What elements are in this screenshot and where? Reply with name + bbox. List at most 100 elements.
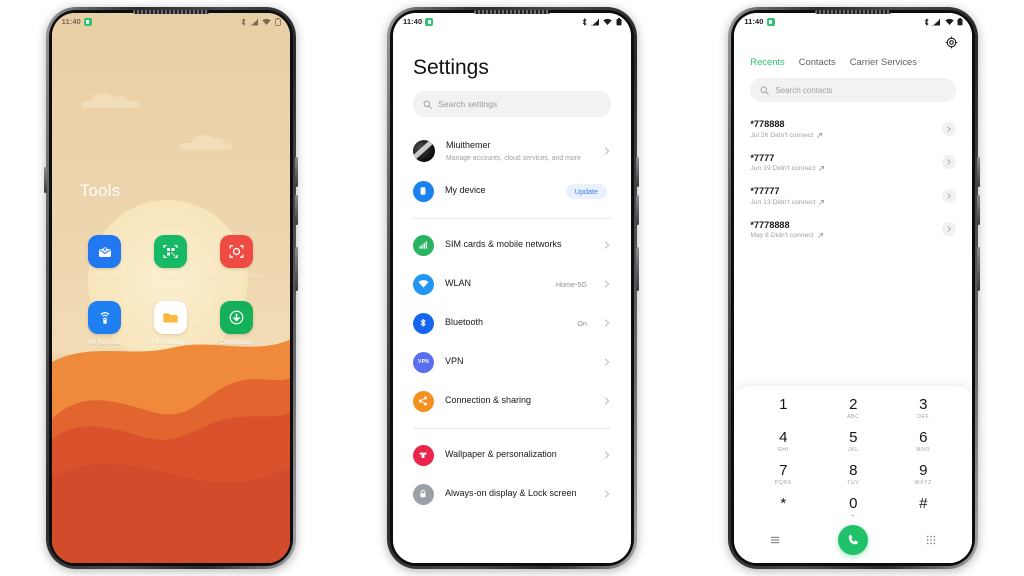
power-button[interactable]: [635, 247, 639, 291]
volume-up-button[interactable]: [977, 157, 981, 187]
dialpad-key-7[interactable]: 7 PQRS: [748, 459, 818, 490]
dialpad-key-0[interactable]: 0 +: [818, 492, 888, 523]
search-contacts-input[interactable]: Search contacts: [750, 78, 957, 102]
dialpad-key-5[interactable]: 5 JKL: [818, 426, 888, 457]
dialpad-key-2[interactable]: 2 ABC: [818, 393, 888, 424]
dialer-settings-button[interactable]: [734, 30, 972, 49]
tab-carrier-services[interactable]: Carrier Services: [850, 56, 917, 67]
row-label: Connection & sharing: [444, 395, 532, 406]
volume-up-button[interactable]: [294, 157, 298, 187]
power-button[interactable]: [294, 247, 298, 291]
row-text: SIM cards & mobile networks: [445, 239, 592, 251]
app-mi-remote[interactable]: Mi Remote: [72, 301, 138, 347]
row-value: On: [577, 318, 587, 328]
settings-row-bluetooth[interactable]: Bluetooth On: [393, 304, 631, 343]
search-settings-input[interactable]: Search settings: [412, 91, 611, 117]
row-value: Home-5G: [555, 279, 587, 289]
call-button[interactable]: [838, 525, 869, 555]
share-icon: [412, 390, 434, 412]
key-digit: #: [919, 495, 928, 512]
call-log-item[interactable]: *7778888 May 8 Didn't connect: [734, 213, 972, 247]
key-sub: MNO: [916, 447, 931, 453]
volume-down-button[interactable]: [294, 195, 298, 225]
outgoing-call-icon: [817, 232, 823, 238]
wallpaper-cloud: [179, 135, 232, 150]
phone-icon: [412, 180, 434, 202]
mi-remote-icon: [88, 301, 122, 335]
settings-row-vpn[interactable]: VPN VPN: [393, 343, 631, 382]
earpiece-speaker: [473, 10, 550, 14]
phone-dialer-screen: 11:40 Recents Contacts Carrier Services …: [728, 7, 981, 569]
row-text: Miuithemer Manage accounts, cloud servic…: [446, 140, 592, 163]
dialpad-key-9[interactable]: 9 WXYZ: [888, 459, 958, 490]
dialpad-key-6[interactable]: 6 MNO: [888, 426, 958, 457]
notification-badge-icon: [425, 17, 434, 26]
dialpad-key-4[interactable]: 4 GHI: [748, 426, 818, 457]
status-bar-left: 11:40: [62, 17, 92, 26]
app-file-manager[interactable]: File Manager: [138, 301, 204, 347]
chevron-right-icon[interactable]: [942, 188, 957, 203]
keypad-icon[interactable]: [924, 533, 938, 547]
row-text: My device: [445, 185, 555, 197]
call-log-item[interactable]: *778888 Jul 26 Didn't connect: [734, 112, 972, 146]
settings-row-account[interactable]: Miuithemer Manage accounts, cloud servic…: [393, 131, 631, 172]
mi-drop-icon: [88, 235, 122, 268]
earpiece-speaker: [132, 10, 209, 14]
row-text: Bluetooth: [445, 317, 566, 329]
screen-recorder-icon: [220, 235, 254, 268]
account-name: Miuithemer: [445, 140, 491, 150]
app-scanner[interactable]: Scanner: [138, 235, 204, 281]
file-manager-icon: [154, 301, 188, 335]
app-screen-recorder[interactable]: Screen Recorder: [204, 235, 270, 281]
dialpad-key-3[interactable]: 3 DEF: [888, 393, 958, 424]
app-label: Scanner: [158, 273, 183, 280]
call-log-item[interactable]: *7777 Jun 19 Didn't connect: [734, 146, 972, 180]
key-digit: 7: [779, 462, 788, 479]
row-text: WLAN: [445, 278, 545, 290]
dialpad-key-1[interactable]: 1: [748, 393, 818, 424]
bluetooth-icon: [241, 17, 246, 26]
settings-row-wlan[interactable]: WLAN Home-5G: [393, 265, 631, 304]
dialpad-key-8[interactable]: 8 TUV: [818, 459, 888, 490]
key-sub: TUV: [847, 480, 860, 486]
settings-row-my-device[interactable]: My device Update: [393, 172, 631, 211]
settings-row-sim[interactable]: SIM cards & mobile networks: [393, 226, 631, 265]
key-digit: 8: [849, 462, 858, 479]
chevron-right-icon: [603, 358, 611, 366]
settings-row-connection-sharing[interactable]: Connection & sharing: [393, 382, 631, 421]
vpn-icon: VPN: [412, 351, 434, 373]
chevron-right-icon[interactable]: [942, 121, 957, 136]
chevron-right-icon[interactable]: [942, 222, 957, 237]
settings-row-wallpaper[interactable]: Wallpaper & personalization: [393, 436, 631, 475]
home-screen: 11:40 Tools Mi Drop Scanner Screen Recor…: [51, 13, 290, 563]
app-downloads[interactable]: Downloads: [204, 301, 270, 347]
dialpad-key-star[interactable]: *: [748, 492, 818, 523]
call-detail-text: May 8 Didn't connect: [750, 232, 814, 239]
chevron-right-icon[interactable]: [942, 155, 957, 170]
status-bar: 11:40: [52, 13, 290, 30]
call-log-item[interactable]: *77777 Jun 13 Didn't connect: [734, 179, 972, 213]
dialpad-key-hash[interactable]: #: [888, 492, 958, 523]
volume-up-button[interactable]: [635, 157, 639, 187]
tab-contacts[interactable]: Contacts: [799, 56, 836, 67]
power-button[interactable]: [977, 247, 981, 291]
left-side-button[interactable]: [43, 167, 47, 193]
row-label: Wallpaper & personalization: [444, 449, 557, 460]
key-digit: 5: [849, 429, 858, 446]
call-text: *7777 Jun 19 Didn't connect: [750, 152, 942, 172]
app-mi-drop[interactable]: Mi Drop: [72, 235, 138, 281]
call-icon: [848, 534, 858, 544]
search-icon: [423, 100, 432, 109]
search-placeholder: Search contacts: [775, 85, 833, 95]
update-badge[interactable]: Update: [565, 183, 607, 199]
menu-icon[interactable]: [768, 533, 782, 547]
volume-down-button[interactable]: [635, 195, 639, 225]
tab-recents[interactable]: Recents: [750, 56, 784, 67]
call-number: *7777: [750, 152, 775, 163]
volume-down-button[interactable]: [977, 195, 981, 225]
key-sub: GHI: [777, 447, 789, 453]
settings-row-always-on-display[interactable]: Always-on display & Lock screen: [393, 475, 631, 514]
status-bar-left: 11:40: [744, 17, 775, 26]
call-detail: Jul 26 Didn't connect: [750, 132, 942, 139]
phone-home-screen: 11:40 Tools Mi Drop Scanner Screen Recor…: [43, 7, 298, 569]
